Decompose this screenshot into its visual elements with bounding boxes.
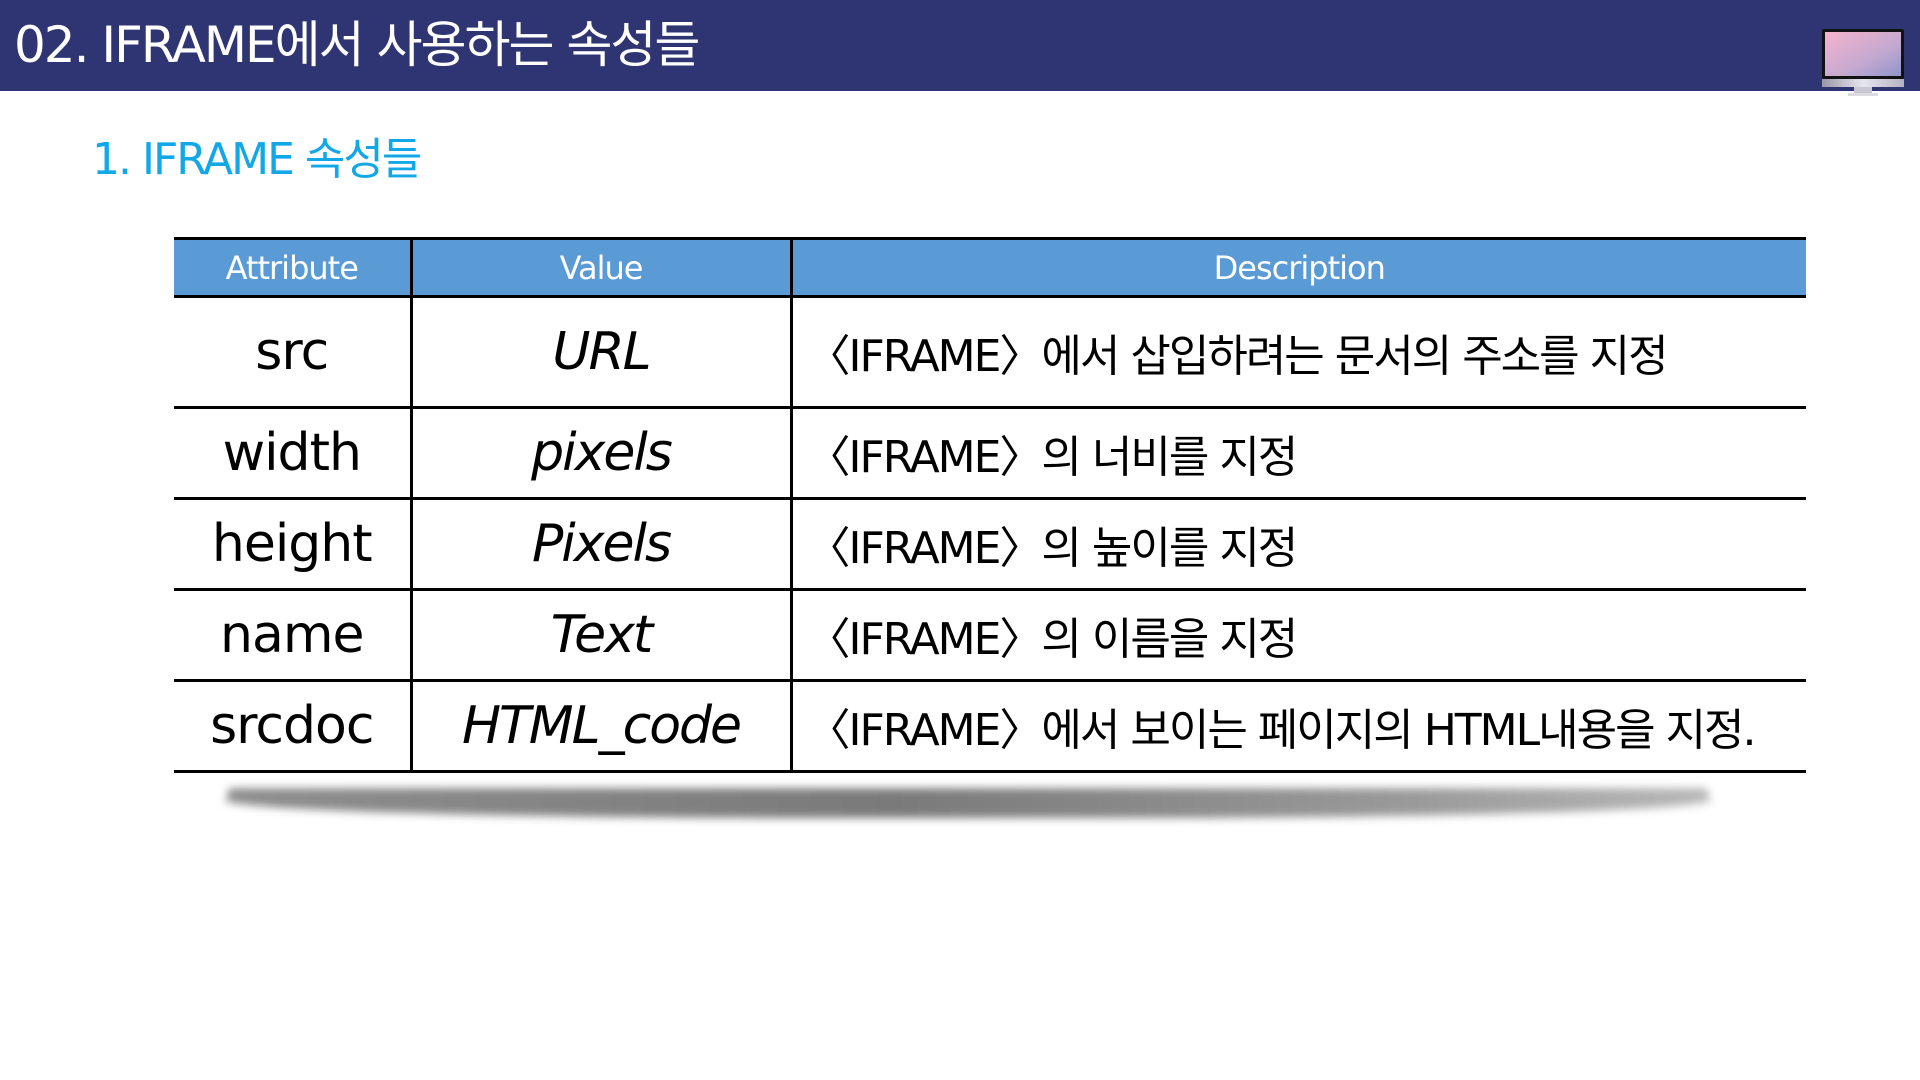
desktop-monitor-icon	[1822, 29, 1904, 96]
column-header-value: Value	[409, 237, 793, 298]
column-header-attribute: Attribute	[174, 237, 413, 298]
iframe-attributes-table: Attribute Value Description src URL 〈IFR…	[174, 237, 1806, 773]
description-cell: 〈IFRAME〉의 이름을 지정	[789, 588, 1806, 682]
table-header-row: Attribute Value Description	[174, 237, 1806, 298]
attribute-cell: name	[174, 588, 413, 682]
column-header-description: Description	[789, 237, 1806, 298]
value-cell: HTML_code	[409, 679, 793, 773]
attribute-cell: height	[174, 497, 413, 591]
table-row: srcdoc HTML_code 〈IFRAME〉에서 보이는 페이지의 HTM…	[174, 679, 1806, 773]
attribute-cell: srcdoc	[174, 679, 413, 773]
description-cell: 〈IFRAME〉에서 삽입하려는 문서의 주소를 지정	[789, 295, 1806, 409]
description-cell: 〈IFRAME〉의 너비를 지정	[789, 406, 1806, 500]
table-shadow	[223, 788, 1713, 818]
table-row: src URL 〈IFRAME〉에서 삽입하려는 문서의 주소를 지정	[174, 295, 1806, 409]
description-cell: 〈IFRAME〉의 높이를 지정	[789, 497, 1806, 591]
value-cell: pixels	[409, 406, 793, 500]
attribute-cell: width	[174, 406, 413, 500]
page-title: 02. IFRAME에서 사용하는 속성들	[14, 16, 700, 74]
value-cell: Pixels	[409, 497, 793, 591]
value-cell: Text	[409, 588, 793, 682]
title-bar: 02. IFRAME에서 사용하는 속성들	[0, 0, 1920, 96]
description-cell: 〈IFRAME〉에서 보이는 페이지의 HTML내용을 지정.	[789, 679, 1806, 773]
attribute-cell: src	[174, 295, 413, 409]
table-row: height Pixels 〈IFRAME〉의 높이를 지정	[174, 497, 1806, 591]
value-cell: URL	[409, 295, 793, 409]
table-row: name Text 〈IFRAME〉의 이름을 지정	[174, 588, 1806, 682]
section-subtitle: 1. IFRAME 속성들	[92, 134, 422, 185]
table-row: width pixels 〈IFRAME〉의 너비를 지정	[174, 406, 1806, 500]
